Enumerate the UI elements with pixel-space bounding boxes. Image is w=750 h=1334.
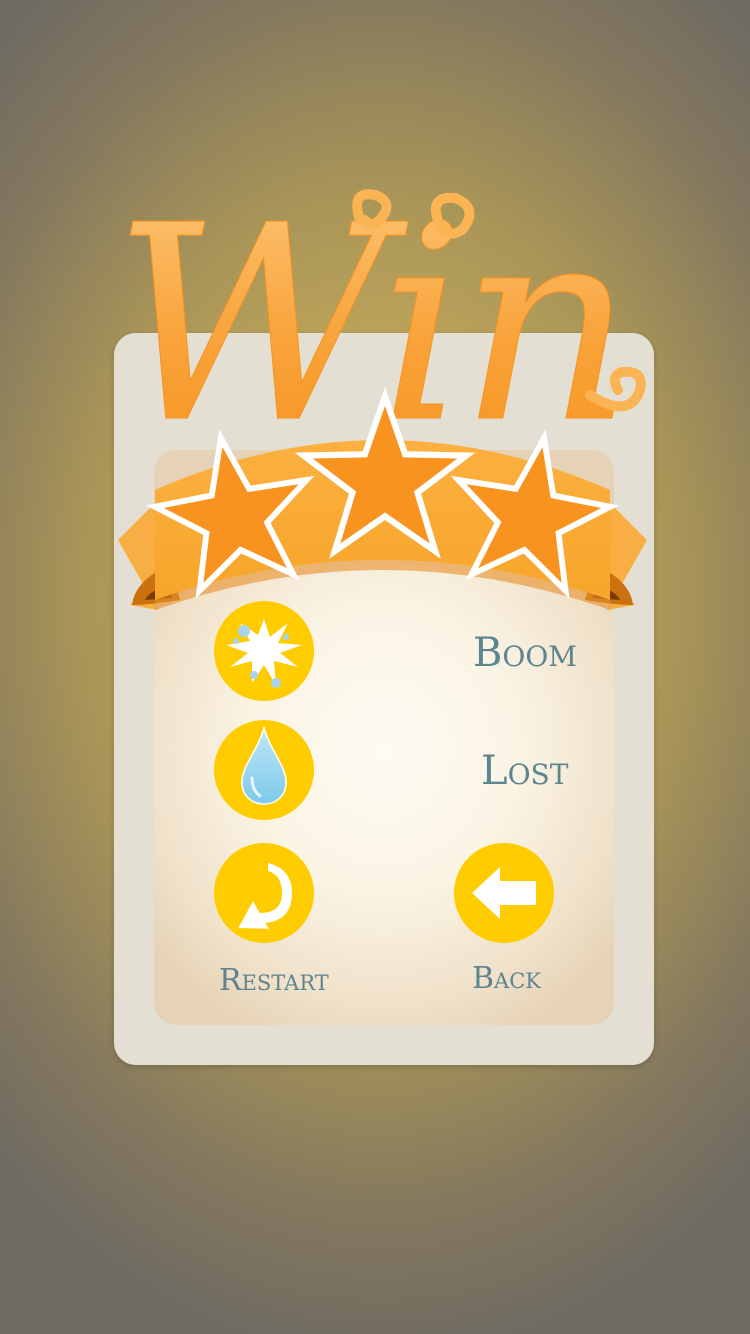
star-1-icon <box>140 414 332 605</box>
star-rating <box>140 387 630 605</box>
restart-label[interactable]: Restart <box>219 966 329 996</box>
boom-label: Boom <box>473 630 577 676</box>
win-screen: Win Boom Lost Restart Back <box>0 0 750 1334</box>
boom-badge <box>214 601 314 701</box>
star-3-icon <box>433 414 630 605</box>
star-2-icon <box>294 387 476 559</box>
lost-badge <box>214 720 314 820</box>
back-button[interactable] <box>454 843 554 943</box>
back-arrow-icon <box>472 867 536 919</box>
lost-label: Lost <box>481 748 569 794</box>
restart-arrow-icon <box>238 863 292 929</box>
water-drop-icon <box>241 725 287 805</box>
restart-button[interactable] <box>214 843 314 943</box>
back-label[interactable]: Back <box>472 964 541 994</box>
explosion-icon <box>226 619 302 688</box>
